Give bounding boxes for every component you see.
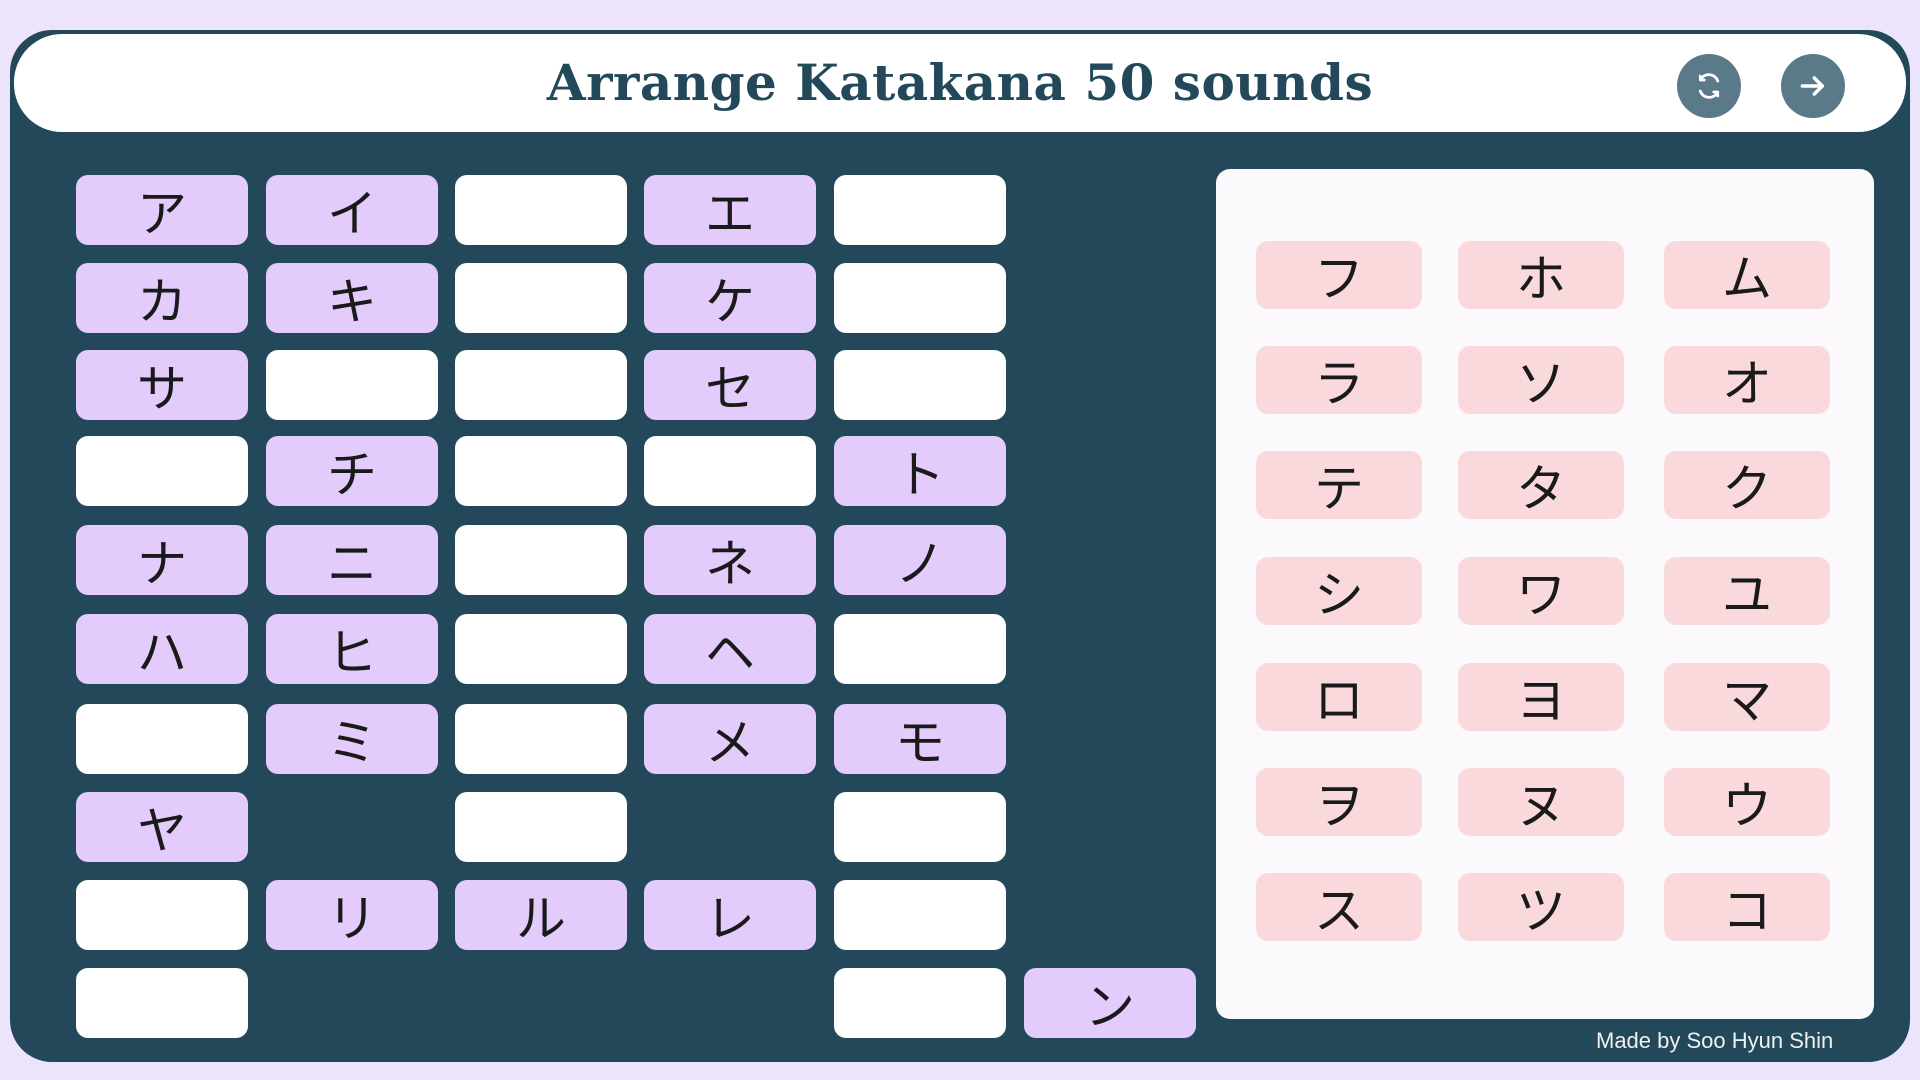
empty-slot[interactable] xyxy=(455,175,627,245)
kana-cell[interactable]: モ xyxy=(834,704,1006,774)
kana-cell[interactable]: メ xyxy=(644,704,816,774)
refresh-icon xyxy=(1694,71,1724,101)
kana-tile[interactable]: シ xyxy=(1256,557,1422,625)
kana-tile[interactable]: ヌ xyxy=(1458,768,1624,836)
kana-cell[interactable]: ヘ xyxy=(644,614,816,684)
kana-tile[interactable]: テ xyxy=(1256,451,1422,519)
kana-cell[interactable]: ノ xyxy=(834,525,1006,595)
empty-slot[interactable] xyxy=(266,350,438,420)
empty-slot[interactable] xyxy=(834,880,1006,950)
kana-tile[interactable]: ヨ xyxy=(1458,663,1624,731)
kana-cell[interactable]: チ xyxy=(266,436,438,506)
empty-slot[interactable] xyxy=(834,350,1006,420)
empty-slot[interactable] xyxy=(455,525,627,595)
kana-tile[interactable]: ワ xyxy=(1458,557,1624,625)
kana-cell[interactable]: リ xyxy=(266,880,438,950)
kana-cell[interactable]: ハ xyxy=(76,614,248,684)
tile-pool: フホムラソオテタクシワユロヨマヲヌウスツコ xyxy=(1216,169,1874,1019)
credit-text: Made by Soo Hyun Shin xyxy=(1596,1028,1834,1053)
kana-cell[interactable]: セ xyxy=(644,350,816,420)
empty-slot[interactable] xyxy=(644,436,816,506)
kana-cell[interactable]: ヤ xyxy=(76,792,248,862)
kana-cell[interactable]: キ xyxy=(266,263,438,333)
empty-slot[interactable] xyxy=(455,350,627,420)
kana-cell[interactable]: ケ xyxy=(644,263,816,333)
kana-tile[interactable]: ツ xyxy=(1458,873,1624,941)
kana-cell[interactable]: ネ xyxy=(644,525,816,595)
empty-slot[interactable] xyxy=(76,968,248,1038)
kana-cell[interactable]: ミ xyxy=(266,704,438,774)
kana-tile[interactable]: ホ xyxy=(1458,241,1624,309)
empty-slot[interactable] xyxy=(76,436,248,506)
kana-cell[interactable]: ヒ xyxy=(266,614,438,684)
kana-tile[interactable]: ラ xyxy=(1256,346,1422,414)
arrow-right-icon xyxy=(1797,70,1829,102)
empty-slot[interactable] xyxy=(834,175,1006,245)
kana-tile[interactable]: ヲ xyxy=(1256,768,1422,836)
kana-tile[interactable]: タ xyxy=(1458,451,1624,519)
kana-tile[interactable]: フ xyxy=(1256,241,1422,309)
katakana-grid: アイ エカキ ケサ セチ トナニ ネノハヒ ヘミ メモヤリルレン xyxy=(10,30,1210,1062)
empty-slot[interactable] xyxy=(76,704,248,774)
kana-cell[interactable]: ナ xyxy=(76,525,248,595)
game-frame: Arrange Katakana 50 sounds アイエカキケサセチトナニネ… xyxy=(10,30,1910,1062)
kana-tile[interactable]: ス xyxy=(1256,873,1422,941)
kana-tile[interactable]: ム xyxy=(1664,241,1830,309)
empty-slot[interactable] xyxy=(834,968,1006,1038)
kana-cell[interactable]: ン xyxy=(1024,968,1196,1038)
reset-button[interactable] xyxy=(1677,54,1741,118)
empty-slot[interactable] xyxy=(455,614,627,684)
kana-tile[interactable]: オ xyxy=(1664,346,1830,414)
kana-tile[interactable]: ユ xyxy=(1664,557,1830,625)
kana-cell[interactable]: ル xyxy=(455,880,627,950)
kana-tile[interactable]: ク xyxy=(1664,451,1830,519)
empty-slot[interactable] xyxy=(834,263,1006,333)
kana-tile[interactable]: ロ xyxy=(1256,663,1422,731)
kana-cell[interactable]: ア xyxy=(76,175,248,245)
kana-tile[interactable]: ウ xyxy=(1664,768,1830,836)
kana-cell[interactable]: ト xyxy=(834,436,1006,506)
empty-slot[interactable] xyxy=(455,436,627,506)
kana-tile[interactable]: マ xyxy=(1664,663,1830,731)
empty-slot[interactable] xyxy=(76,880,248,950)
empty-slot[interactable] xyxy=(834,792,1006,862)
empty-slot[interactable] xyxy=(834,614,1006,684)
kana-cell[interactable]: サ xyxy=(76,350,248,420)
empty-slot[interactable] xyxy=(455,792,627,862)
kana-cell[interactable]: エ xyxy=(644,175,816,245)
kana-cell[interactable]: イ xyxy=(266,175,438,245)
empty-slot[interactable] xyxy=(455,704,627,774)
kana-cell[interactable]: カ xyxy=(76,263,248,333)
kana-tile[interactable]: コ xyxy=(1664,873,1830,941)
kana-tile[interactable]: ソ xyxy=(1458,346,1624,414)
kana-cell[interactable]: ニ xyxy=(266,525,438,595)
kana-cell[interactable]: レ xyxy=(644,880,816,950)
next-button[interactable] xyxy=(1781,54,1845,118)
empty-slot[interactable] xyxy=(455,263,627,333)
